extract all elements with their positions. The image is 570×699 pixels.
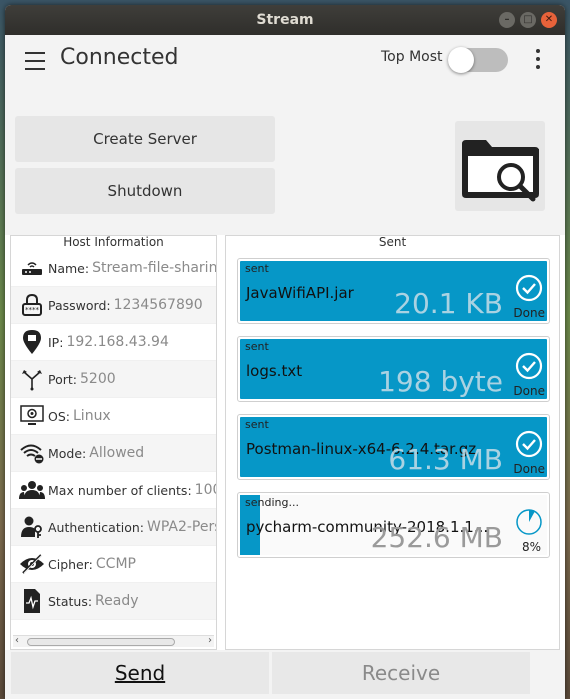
toggle-knob [448, 47, 474, 73]
done-check-icon [515, 430, 543, 458]
host-info-label: Mode: [48, 445, 87, 461]
host-info-value: Linux [73, 408, 111, 424]
port-arrows-icon [19, 366, 45, 392]
hamburger-menu-icon[interactable] [25, 52, 45, 72]
host-info-label: Name: [48, 260, 90, 276]
host-info-label: Authentication: [48, 519, 144, 535]
sent-file-body: sent Postman-linux-x64-6.2.4.tar.gz 61.3 M… [240, 417, 547, 477]
status-pulse-icon [19, 588, 45, 614]
scroll-right-arrow[interactable]: › [208, 635, 212, 646]
browse-folder-button[interactable] [455, 121, 545, 211]
sent-file-body: sent JavaWifiAPI.jar 20.1 KB Done [240, 261, 547, 321]
scrollbar-thumb[interactable] [27, 638, 175, 646]
host-info-label: OS: [48, 408, 70, 424]
eye-hidden-icon [19, 551, 45, 577]
shutdown-button[interactable]: Shutdown [15, 168, 275, 214]
transfer-status: Done [513, 462, 545, 476]
host-info-label: Port: [48, 371, 77, 387]
host-info-value: Stream-file-sharing [92, 260, 216, 276]
host-info-row: Name: Stream-file-sharing [11, 250, 216, 287]
server-controls: Create Server Shutdown [5, 87, 565, 235]
svg-text:****: **** [25, 306, 40, 314]
transfer-status: Done [513, 384, 545, 398]
file-size: 61.3 MB [388, 443, 503, 476]
sent-file-card[interactable]: sending... pycharm-community-2018.1.1... 2… [237, 492, 550, 558]
sent-file-card[interactable]: sent Postman-linux-x64-6.2.4.tar.gz 61.3 M… [237, 414, 550, 480]
scroll-left-arrow[interactable]: ‹ [15, 635, 19, 646]
sent-title: Sent [378, 235, 407, 249]
sent-panel: Sent sent JavaWifiAPI.jar 20.1 KB Done sent l… [225, 235, 560, 650]
host-info-label: Cipher: [48, 556, 93, 572]
sent-list: sent JavaWifiAPI.jar 20.1 KB Done sent logs.t… [226, 250, 559, 574]
transfer-status: Done [513, 306, 545, 320]
host-info-value: 5200 [80, 371, 116, 387]
host-info-row: Authentication:WPA2-Personal [11, 509, 216, 546]
topmost-toggle[interactable] [448, 47, 508, 73]
transfer-state: sent [245, 418, 269, 431]
clients-group-icon [19, 477, 45, 503]
host-info-label: Status: [48, 593, 93, 609]
more-options-icon[interactable] [536, 49, 542, 73]
host-info-list: Name: Stream-file-sharing **** Password: 123… [11, 250, 216, 620]
host-info-label: Password: [48, 297, 111, 313]
progress-ring-icon [516, 509, 542, 535]
file-size: 198 byte [378, 365, 503, 398]
host-info-value: 192.168.43.94 [66, 334, 169, 350]
file-name: logs.txt [246, 362, 303, 380]
connection-status: Connected [60, 45, 179, 70]
host-info-panel: Host Information Name: Stream-file-sharin… [10, 235, 217, 650]
bottom-tabs: Send Receive [5, 650, 565, 699]
host-info-row: OS: Linux [11, 398, 216, 435]
transfer-percent: 8% [521, 540, 541, 554]
host-info-label: Max number of clients: [48, 482, 192, 498]
host-info-value: Ready [95, 593, 139, 609]
host-info-value: Allowed [89, 445, 145, 461]
host-info-value: CCMP [95, 556, 136, 572]
os-gear-icon [19, 403, 45, 429]
location-pin-icon [19, 329, 45, 355]
file-name: JavaWifiAPI.jar [246, 284, 354, 302]
close-button[interactable]: ✕ [541, 12, 557, 28]
maximize-button[interactable]: □ [520, 12, 536, 28]
file-size: 20.1 KB [394, 287, 503, 320]
send-tab[interactable]: Send [11, 652, 269, 694]
topmost-label: Top Most [381, 49, 443, 65]
host-info-row: **** Password: 1234567890 [11, 287, 216, 324]
wifi-mode-icon [19, 440, 45, 466]
done-check-icon [515, 274, 543, 302]
receive-tab[interactable]: Receive [272, 652, 530, 694]
host-info-value: 100 [194, 482, 216, 498]
host-info-row: Max number of clients:100 [11, 472, 216, 509]
host-info-row: Cipher: CCMP [11, 546, 216, 583]
file-size: 252.6 MB [370, 521, 503, 554]
host-info-row: IP: 192.168.43.94 [11, 324, 216, 361]
password-lock-icon: **** [19, 292, 45, 318]
transfer-state: sent [245, 262, 269, 275]
host-info-label: IP: [48, 334, 64, 350]
done-check-icon [515, 352, 543, 380]
title-bar[interactable]: Stream – □ ✕ [5, 5, 565, 35]
sent-file-card[interactable]: sent JavaWifiAPI.jar 20.1 KB Done [237, 258, 550, 324]
folder-search-icon [462, 140, 539, 202]
user-key-icon [19, 514, 45, 540]
sent-file-body: sent logs.txt 198 byte Done [240, 339, 547, 399]
window-controls: – □ ✕ [499, 12, 557, 28]
minimize-button[interactable]: – [499, 12, 515, 28]
host-info-title: Host Information [63, 235, 164, 249]
host-info-value: WPA2-Personal [146, 519, 216, 535]
horizontal-scrollbar[interactable]: ‹ › [13, 635, 214, 647]
host-info-value: 1234567890 [113, 297, 203, 313]
host-info-row: Mode: Allowed [11, 435, 216, 472]
router-icon [19, 255, 45, 281]
sent-file-body: sending... pycharm-community-2018.1.1... 2… [240, 495, 547, 555]
create-server-button[interactable]: Create Server [15, 116, 275, 162]
window-title: Stream [256, 12, 314, 28]
transfer-state: sent [245, 340, 269, 353]
sent-file-card[interactable]: sent logs.txt 198 byte Done [237, 336, 550, 402]
host-info-row: Port: 5200 [11, 361, 216, 398]
app-header: Connected Top Most [5, 35, 565, 87]
transfer-state: sending... [245, 496, 299, 509]
host-info-row: Status: Ready [11, 583, 216, 620]
app-window: Stream – □ ✕ Connected Top Most Create S… [5, 5, 565, 699]
